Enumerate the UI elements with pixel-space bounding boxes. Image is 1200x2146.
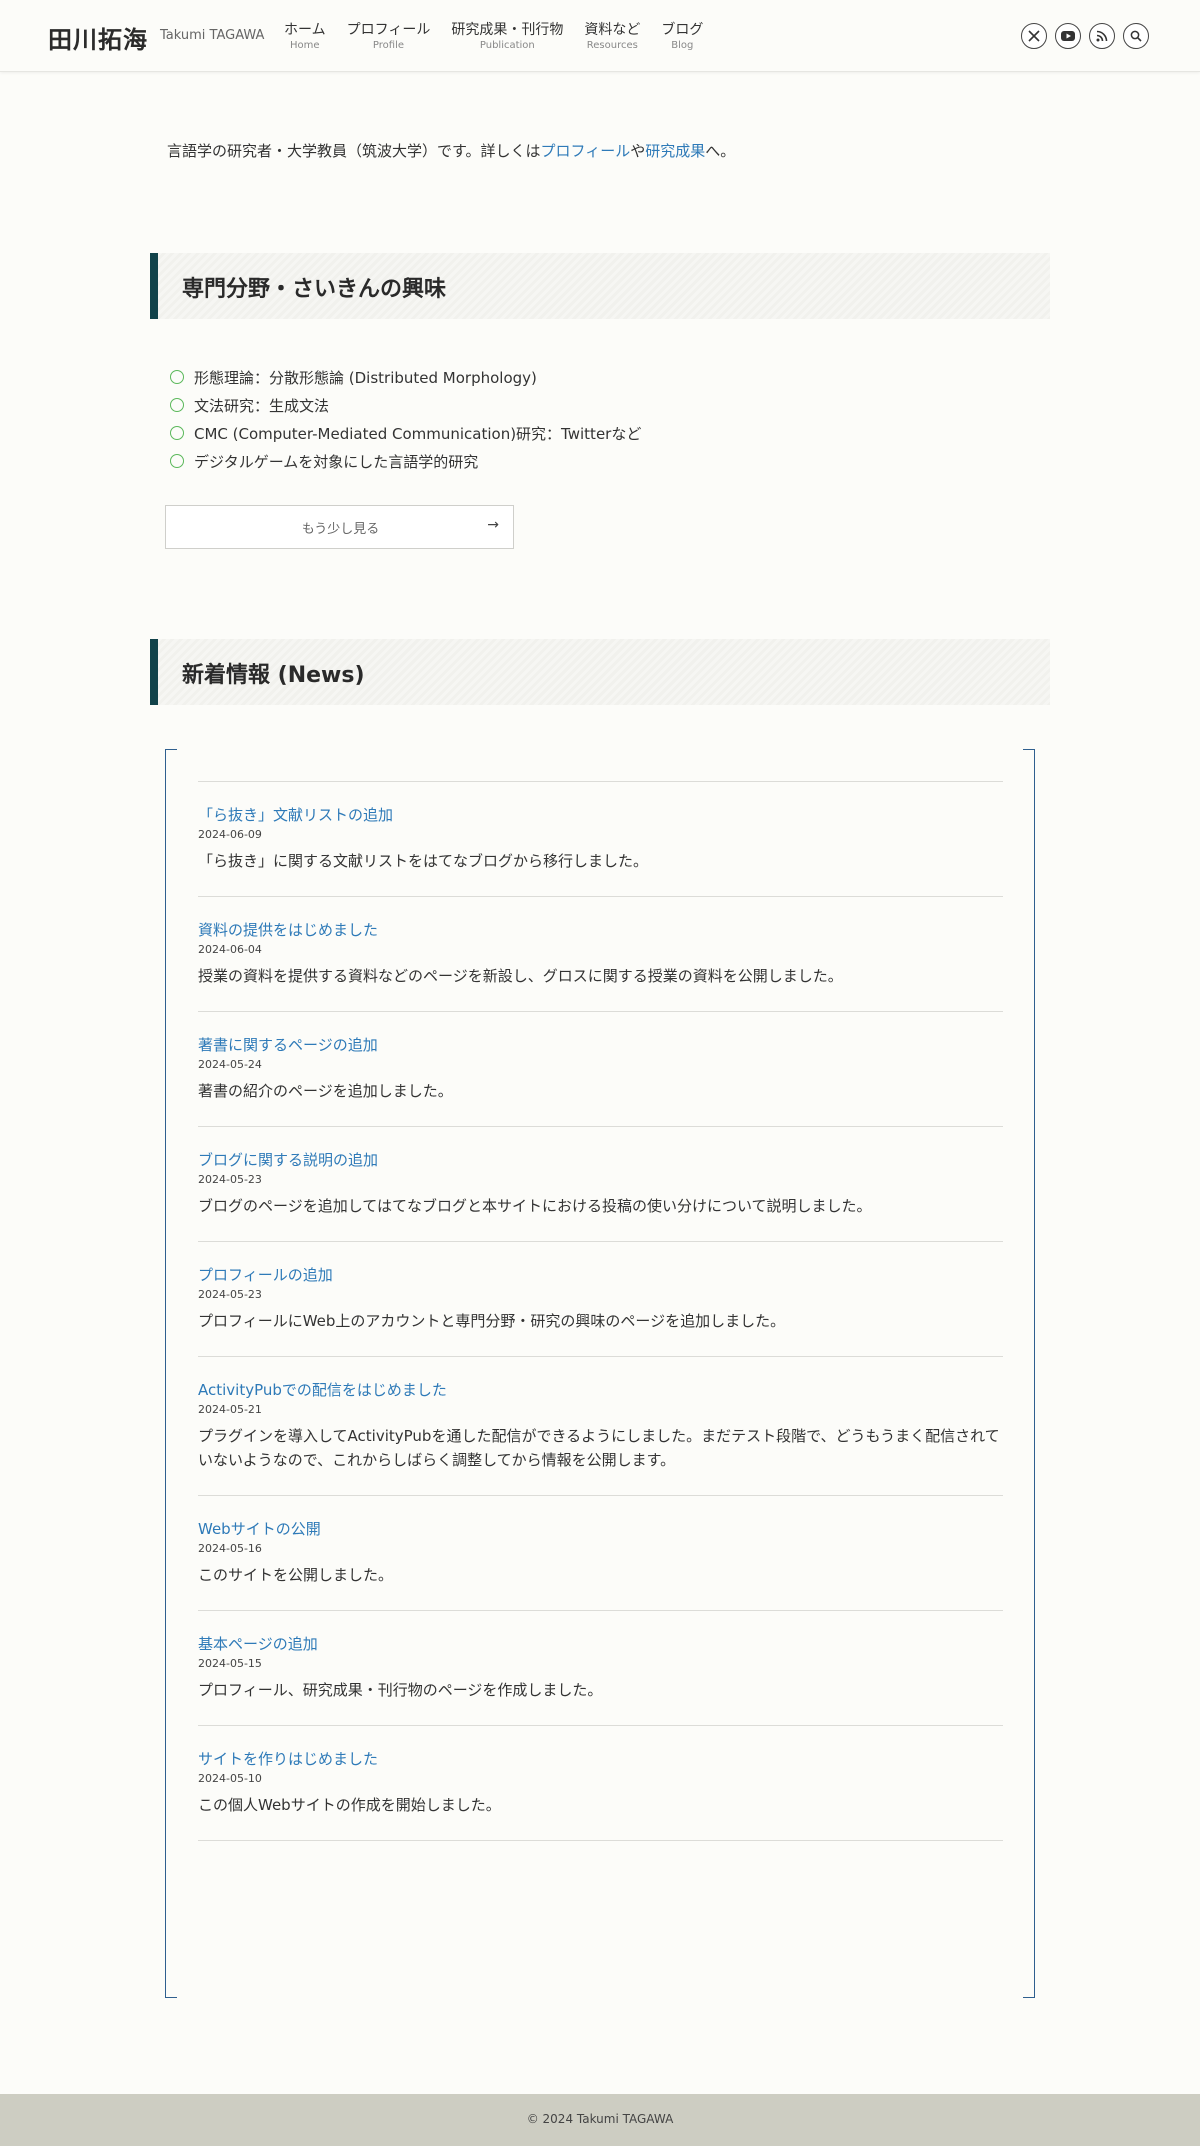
news-date: 2024-06-09	[198, 828, 262, 841]
news-item: 資料の提供をはじめました 2024-06-04 授業の資料を提供する資料などのペ…	[198, 897, 1003, 1012]
news-date: 2024-05-16	[198, 1542, 262, 1555]
list-item-text: 文法研究：生成文法	[194, 396, 330, 415]
interests-list: 形態理論：分散形態論 (Distributed Morphology) 文法研究…	[170, 363, 641, 475]
intro-text-after: へ。	[705, 142, 736, 160]
news-item: ActivityPubでの配信をはじめました 2024-05-21 プラグインを…	[198, 1357, 1003, 1496]
circle-bullet-icon	[170, 454, 184, 468]
news-date: 2024-05-23	[198, 1173, 262, 1186]
intro-text-before: 言語学の研究者・大学教員（筑波大学）です。詳しくは	[167, 142, 541, 160]
nav-label: ブログ	[661, 22, 704, 38]
news-text: 著書の紹介のページを追加しました。	[198, 1082, 453, 1100]
news-text: 「ら抜き」に関する文献リストをはてなブログから移行しました。	[198, 852, 649, 870]
news-title-link[interactable]: ブログに関する説明の追加	[198, 1149, 1003, 1171]
see-more-button[interactable]: もう少し見る →	[165, 505, 514, 549]
search-icon[interactable]	[1123, 23, 1149, 49]
nav-item-profile[interactable]: プロフィール Profile	[347, 20, 431, 52]
list-item: デジタルゲームを対象にした言語学的研究	[170, 447, 641, 475]
nav-label: 資料など	[584, 22, 641, 38]
list-item: CMC (Computer-Mediated Communication)研究：…	[170, 419, 641, 447]
list-item-text: CMC (Computer-Mediated Communication)研究：…	[194, 424, 642, 443]
site-footer: © 2024 Takumi TAGAWA	[0, 2094, 1200, 2146]
news-title-link[interactable]: ActivityPubでの配信をはじめました	[198, 1379, 1003, 1401]
news-heading: 新着情報 (News)	[182, 663, 365, 688]
news-item: サイトを作りはじめました 2024-05-10 この個人Webサイトの作成を開始…	[198, 1726, 1003, 1841]
youtube-icon[interactable]	[1055, 23, 1081, 49]
nav-sublabel: Home	[290, 40, 320, 51]
news-text: プラグインを導入してActivityPubを通した配信ができるようにしました。ま…	[198, 1427, 1000, 1469]
right-bracket-decoration	[1023, 749, 1035, 1998]
news-item: ブログに関する説明の追加 2024-05-23 ブログのページを追加してはてなブ…	[198, 1127, 1003, 1242]
list-item-text: デジタルゲームを対象にした言語学的研究	[194, 452, 479, 471]
copyright-text: © 2024 Takumi TAGAWA	[526, 2112, 674, 2126]
news-text: 授業の資料を提供する資料などのページを新設し、グロスに関する授業の資料を公開しま…	[198, 967, 843, 985]
circle-bullet-icon	[170, 398, 184, 412]
site-header: 田川拓海 Takumi TAGAWA ホーム Home プロフィール Profi…	[0, 0, 1200, 72]
header-icons	[1013, 23, 1149, 49]
news-date: 2024-05-10	[198, 1772, 262, 1785]
rss-icon[interactable]	[1089, 23, 1115, 49]
news-text: プロフィール、研究成果・刊行物のページを作成しました。	[198, 1681, 603, 1699]
news-title-link[interactable]: 著書に関するページの追加	[198, 1034, 1003, 1056]
news-title-link[interactable]: 「ら抜き」文献リストの追加	[198, 804, 1003, 826]
nav-sublabel: Blog	[671, 40, 694, 51]
left-bracket-decoration	[165, 749, 177, 1998]
x-icon[interactable]	[1021, 23, 1047, 49]
news-item: 基本ページの追加 2024-05-15 プロフィール、研究成果・刊行物のページを…	[198, 1611, 1003, 1726]
interests-heading-bar: 専門分野・さいきんの興味	[150, 253, 1050, 319]
nav-label: プロフィール	[346, 22, 431, 38]
interests-heading: 専門分野・さいきんの興味	[182, 277, 447, 302]
news-date: 2024-06-04	[198, 943, 262, 956]
list-item: 文法研究：生成文法	[170, 391, 641, 419]
circle-bullet-icon	[170, 426, 184, 440]
news-title-link[interactable]: Webサイトの公開	[198, 1518, 1003, 1540]
site-title[interactable]: 田川拓海	[48, 20, 148, 55]
news-date: 2024-05-24	[198, 1058, 262, 1071]
news-heading-bar: 新着情報 (News)	[150, 639, 1050, 705]
list-item-text: 形態理論：分散形態論 (Distributed Morphology)	[194, 368, 537, 387]
news-list: 「ら抜き」文献リストの追加 2024-06-09 「ら抜き」に関する文献リストを…	[198, 781, 1003, 1841]
news-title-link[interactable]: 基本ページの追加	[198, 1633, 1003, 1655]
news-item: プロフィールの追加 2024-05-23 プロフィールにWeb上のアカウントと専…	[198, 1242, 1003, 1357]
nav-item-home[interactable]: ホーム Home	[284, 20, 326, 52]
nav-label: 研究成果・刊行物	[451, 22, 564, 38]
profile-link[interactable]: プロフィール	[541, 142, 631, 160]
nav-item-resources[interactable]: 資料など Resources	[584, 20, 640, 52]
nav-sublabel: Publication	[479, 40, 535, 51]
nav-sublabel: Profile	[372, 40, 404, 51]
news-item: 著書に関するページの追加 2024-05-24 著書の紹介のページを追加しました…	[198, 1012, 1003, 1127]
nav-sublabel: Resources	[586, 40, 638, 51]
nav-item-blog[interactable]: ブログ Blog	[661, 20, 703, 52]
list-item: 形態理論：分散形態論 (Distributed Morphology)	[170, 363, 641, 391]
news-title-link[interactable]: サイトを作りはじめました	[198, 1748, 1003, 1770]
intro-text: 言語学の研究者・大学教員（筑波大学）です。詳しくはプロフィールや研究成果へ。	[167, 140, 735, 161]
news-date: 2024-05-21	[198, 1403, 262, 1416]
news-text: この個人Webサイトの作成を開始しました。	[198, 1796, 501, 1814]
news-box: 「ら抜き」文献リストの追加 2024-06-09 「ら抜き」に関する文献リストを…	[165, 749, 1035, 1998]
nav-label: ホーム	[284, 22, 326, 38]
nav-item-publication[interactable]: 研究成果・刊行物 Publication	[451, 20, 563, 52]
site-subtitle: Takumi TAGAWA	[160, 28, 265, 43]
main-nav: ホーム Home プロフィール Profile 研究成果・刊行物 Publica…	[284, 20, 724, 52]
news-text: このサイトを公開しました。	[198, 1566, 394, 1584]
news-text: プロフィールにWeb上のアカウントと専門分野・研究の興味のページを追加しました。	[198, 1312, 786, 1330]
see-more-label: もう少し見る	[301, 522, 380, 537]
circle-bullet-icon	[170, 370, 184, 384]
intro-text-middle: や	[630, 142, 646, 160]
arrow-right-icon: →	[487, 517, 499, 533]
news-text: ブログのページを追加してはてなブログと本サイトにおける投稿の使い分けについて説明…	[198, 1197, 872, 1215]
news-date: 2024-05-23	[198, 1288, 262, 1301]
news-date: 2024-05-15	[198, 1657, 262, 1670]
research-link[interactable]: 研究成果	[645, 142, 705, 160]
news-title-link[interactable]: プロフィールの追加	[198, 1264, 1003, 1286]
news-title-link[interactable]: 資料の提供をはじめました	[198, 919, 1003, 941]
news-item: 「ら抜き」文献リストの追加 2024-06-09 「ら抜き」に関する文献リストを…	[198, 782, 1003, 897]
news-item: Webサイトの公開 2024-05-16 このサイトを公開しました。	[198, 1496, 1003, 1611]
